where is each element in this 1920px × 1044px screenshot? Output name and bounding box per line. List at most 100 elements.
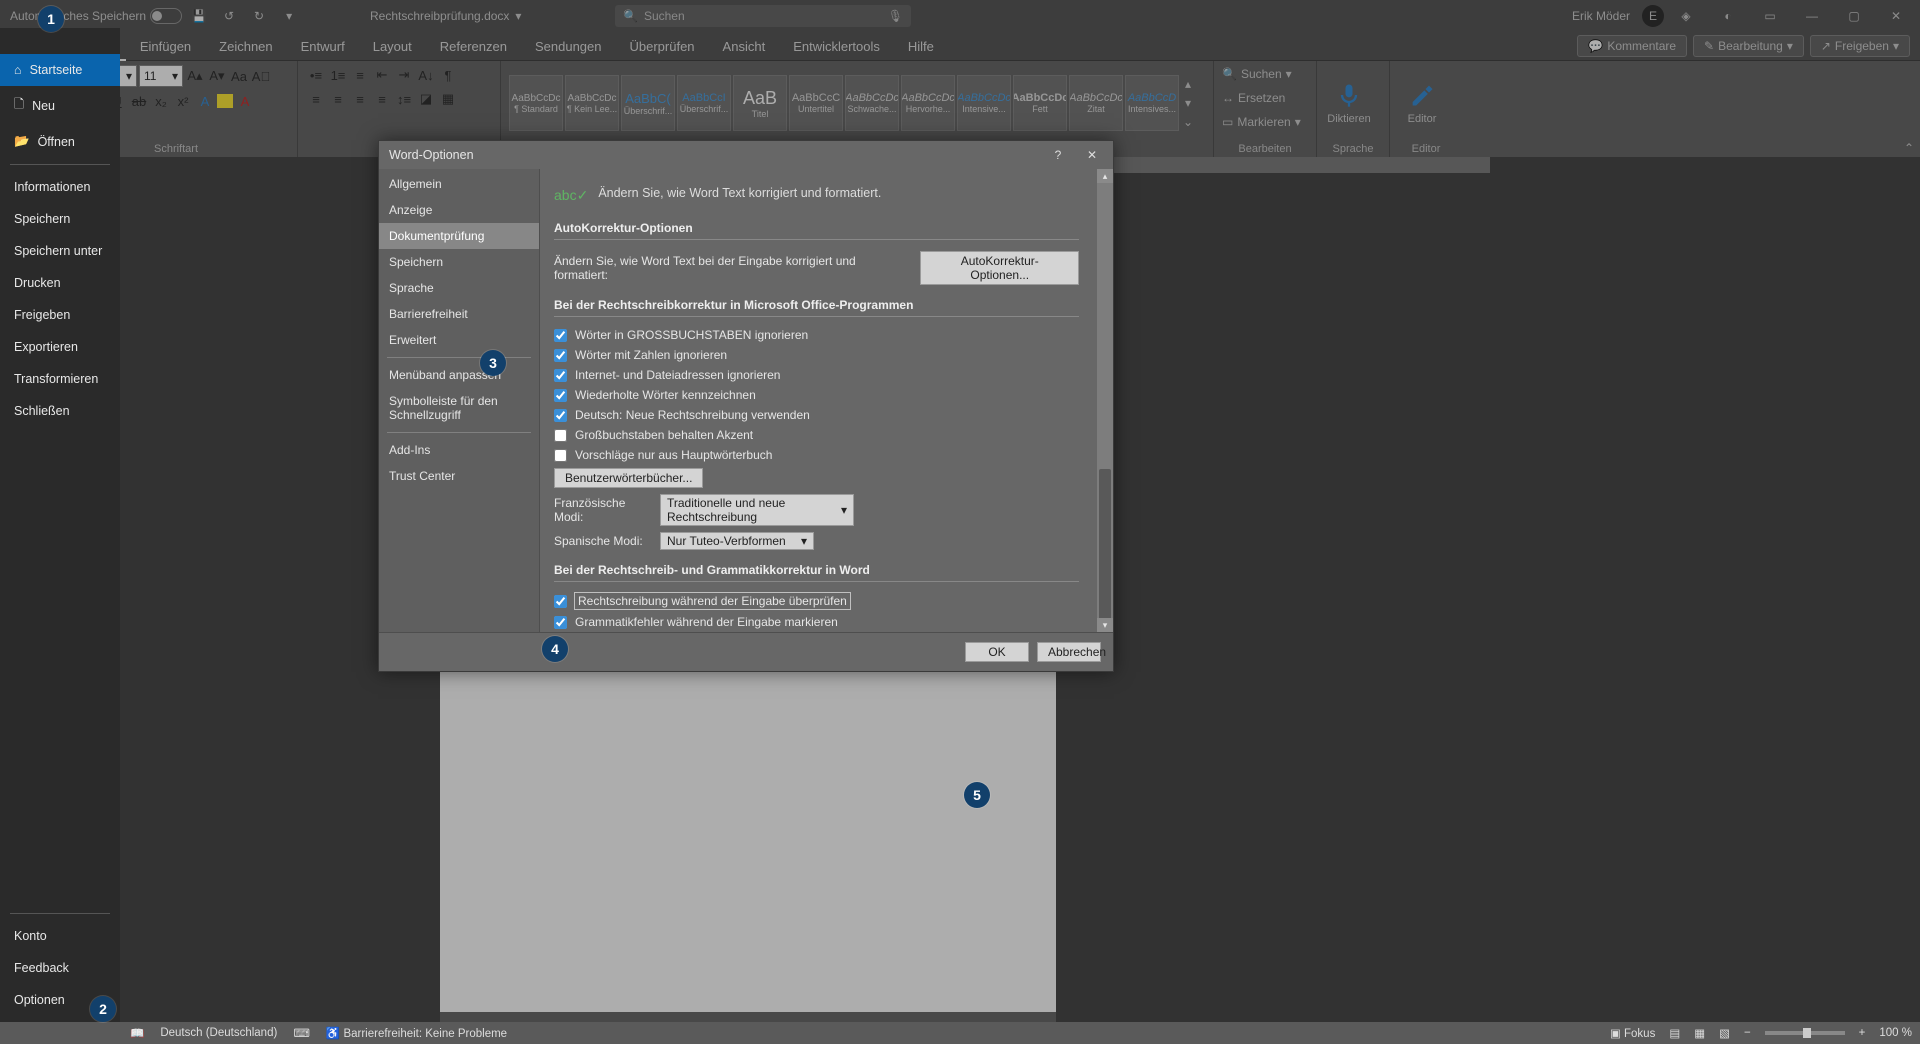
tab-entwurf[interactable]: Entwurf (287, 33, 359, 60)
view-web-icon[interactable]: ▧ (1719, 1026, 1730, 1040)
nav-addins[interactable]: Add-Ins (379, 437, 539, 463)
find-button[interactable]: 🔍 Suchen ▾ (1222, 65, 1292, 83)
sort-icon[interactable]: A↓ (416, 65, 436, 85)
bullets-icon[interactable]: •≡ (306, 65, 326, 85)
cb-uppercase-ignore[interactable] (554, 329, 567, 342)
qat-customize-icon[interactable]: ▾ (276, 3, 302, 29)
styles-expand-icon[interactable]: ⌄ (1181, 112, 1195, 131)
cb-repeated-words[interactable] (554, 389, 567, 402)
view-print-icon[interactable]: ▤ (1669, 1026, 1680, 1040)
coming-soon-icon[interactable]: ◐ (1708, 0, 1748, 32)
nav-dokumentpruefung[interactable]: Dokumentprüfung (379, 223, 539, 249)
outdent-icon[interactable]: ⇤ (372, 65, 392, 85)
zoom-level[interactable]: 100 % (1879, 1027, 1912, 1039)
user-name[interactable]: Erik Möder (1562, 9, 1640, 23)
nav-schnellzugriff[interactable]: Symbolleiste für den Schnellzugriff (379, 388, 539, 428)
save-icon[interactable]: 💾 (186, 3, 212, 29)
nav-speichern[interactable]: Speichern (379, 249, 539, 275)
file-feedback[interactable]: Feedback (0, 952, 120, 984)
french-modes-combo[interactable]: Traditionelle und neue Rechtschreibung▾ (660, 494, 854, 526)
file-informationen[interactable]: Informationen (0, 171, 120, 203)
strike-icon[interactable]: ab (129, 91, 149, 111)
font-color-icon[interactable]: A (235, 91, 255, 111)
grow-font-icon[interactable]: A▴ (185, 66, 205, 86)
autosave-toggle[interactable] (150, 8, 182, 24)
tab-ueberpruefen[interactable]: Überprüfen (616, 33, 709, 60)
cb-neue-rechtschreibung[interactable] (554, 409, 567, 422)
file-drucken[interactable]: Drucken (0, 267, 120, 299)
dictate-button[interactable]: Diktieren (1325, 70, 1373, 136)
styles-gallery[interactable]: AaBbCcDc¶ Standard AaBbCcDc¶ Kein Lee...… (509, 75, 1195, 131)
superscript-icon[interactable]: x² (173, 91, 193, 111)
tab-einfuegen[interactable]: Einfügen (126, 33, 205, 60)
status-predict-icon[interactable]: ⌨ (293, 1026, 310, 1040)
tab-ansicht[interactable]: Ansicht (709, 33, 780, 60)
dialog-help-icon[interactable]: ? (1041, 141, 1075, 169)
spanish-modes-combo[interactable]: Nur Tuteo-Verbformen▾ (660, 532, 814, 550)
style-hervorhebung[interactable]: AaBbCcDcHervorhe... (901, 75, 955, 131)
styles-scroll-down-icon[interactable]: ▾ (1181, 94, 1195, 113)
tab-layout[interactable]: Layout (359, 33, 426, 60)
style-schwach[interactable]: AaBbCcDcSchwache... (845, 75, 899, 131)
zoom-in-icon[interactable]: + (1859, 1027, 1866, 1039)
style-standard[interactable]: AaBbCcDc¶ Standard (509, 75, 563, 131)
file-neu[interactable]: 🗋Neu (0, 86, 120, 125)
page[interactable] (440, 672, 1056, 1012)
tab-sendungen[interactable]: Sendungen (521, 33, 616, 60)
highlight-icon[interactable] (217, 94, 233, 108)
style-untertitel[interactable]: AaBbCcCUntertitel (789, 75, 843, 131)
collapse-ribbon-icon[interactable]: ⌃ (1904, 141, 1914, 155)
autokorrektur-button[interactable]: AutoKorrektur-Optionen... (920, 251, 1079, 285)
comments-button[interactable]: 💬 Kommentare (1577, 35, 1687, 57)
indent-icon[interactable]: ⇥ (394, 65, 414, 85)
scroll-down-icon[interactable]: ▾ (1097, 618, 1113, 632)
mic-icon[interactable]: 🎙 (888, 9, 903, 23)
scrollbar-thumb[interactable] (1099, 469, 1111, 629)
nav-anzeige[interactable]: Anzeige (379, 197, 539, 223)
cancel-button[interactable]: Abbrechen (1037, 642, 1101, 662)
file-speichern[interactable]: Speichern (0, 203, 120, 235)
style-fett[interactable]: AaBbCcDcFett (1013, 75, 1067, 131)
style-intensiv[interactable]: AaBbCcDcIntensive... (957, 75, 1011, 131)
close-icon[interactable]: ✕ (1876, 0, 1916, 32)
file-transformieren[interactable]: Transformieren (0, 363, 120, 395)
cb-main-dict-only[interactable] (554, 449, 567, 462)
status-language[interactable]: Deutsch (Deutschland) (160, 1027, 277, 1039)
tab-hilfe[interactable]: Hilfe (894, 33, 948, 60)
ok-button[interactable]: OK (965, 642, 1029, 662)
cb-accent-caps[interactable] (554, 429, 567, 442)
view-read-icon[interactable]: ▦ (1694, 1026, 1705, 1040)
align-center-icon[interactable]: ≡ (328, 89, 348, 109)
file-konto[interactable]: Konto (0, 920, 120, 952)
replace-button[interactable]: ↔ Ersetzen (1222, 89, 1285, 107)
nav-menueband[interactable]: Menüband anpassen (379, 362, 539, 388)
multilevel-icon[interactable]: ≡ (350, 65, 370, 85)
align-right-icon[interactable]: ≡ (350, 89, 370, 109)
line-spacing-icon[interactable]: ↕≡ (394, 89, 414, 109)
tab-referenzen[interactable]: Referenzen (426, 33, 521, 60)
redo-icon[interactable]: ↻ (246, 3, 272, 29)
dialog-close-icon[interactable]: ✕ (1075, 141, 1109, 169)
style-intensives-zitat[interactable]: AaBbCcDIntensives... (1125, 75, 1179, 131)
file-oeffnen[interactable]: 📂Öffnen (0, 125, 120, 158)
file-exportieren[interactable]: Exportieren (0, 331, 120, 363)
cb-mark-grammar-typing[interactable] (554, 616, 567, 629)
borders-icon[interactable]: ▦ (438, 89, 458, 109)
style-titel[interactable]: AaBTitel (733, 75, 787, 131)
cb-numbers-ignore[interactable] (554, 349, 567, 362)
change-case-icon[interactable]: Aa (229, 66, 249, 86)
nav-trustcenter[interactable]: Trust Center (379, 463, 539, 489)
subscript-icon[interactable]: x₂ (151, 91, 171, 111)
zoom-out-icon[interactable]: − (1744, 1027, 1751, 1039)
window-icon[interactable]: ▭ (1750, 0, 1790, 32)
cb-urls-ignore[interactable] (554, 369, 567, 382)
clear-format-icon[interactable]: A⃠ (251, 66, 271, 86)
zoom-slider[interactable] (1765, 1031, 1845, 1035)
nav-barrierefreiheit[interactable]: Barrierefreiheit (379, 301, 539, 327)
dialog-scrollbar[interactable]: ▴ ▾ (1097, 169, 1113, 632)
status-accessibility[interactable]: ♿ Barrierefreiheit: Keine Probleme (326, 1026, 507, 1040)
share-button[interactable]: ↗ Freigeben ▾ (1810, 35, 1910, 57)
status-fokus[interactable]: ▣ Fokus (1610, 1026, 1655, 1040)
cb-check-spelling-typing[interactable] (554, 595, 567, 608)
styles-scroll-up-icon[interactable]: ▴ (1181, 75, 1195, 94)
